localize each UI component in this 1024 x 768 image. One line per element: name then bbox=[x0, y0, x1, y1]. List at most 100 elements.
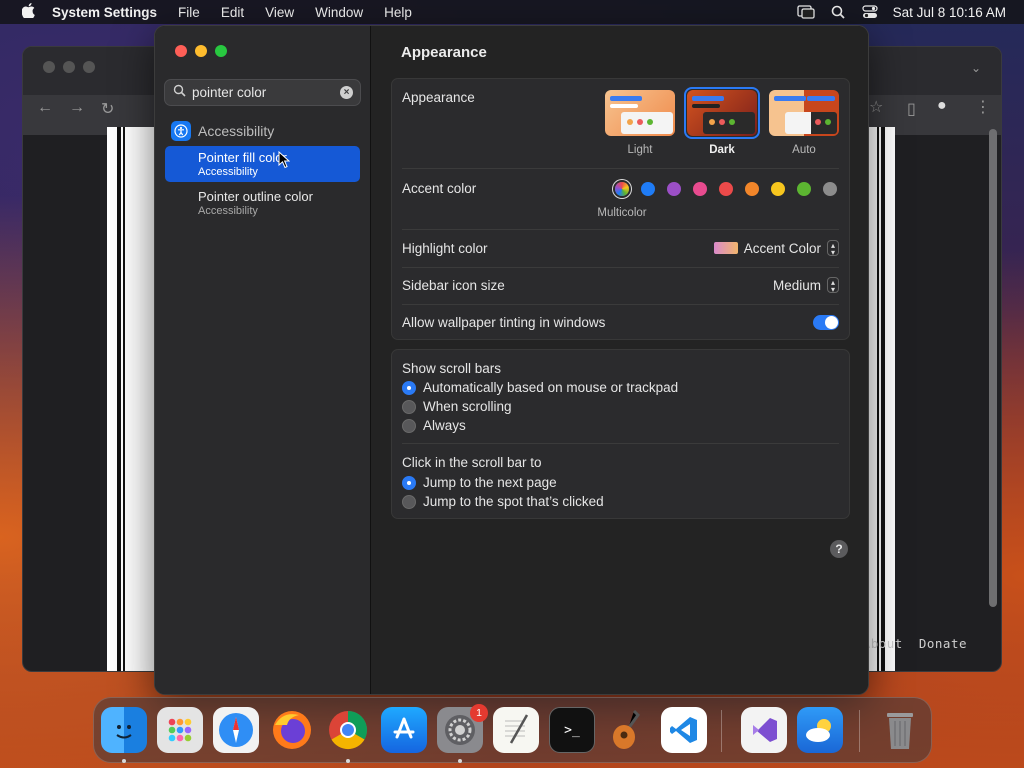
highlight-color-label: Highlight color bbox=[402, 241, 488, 256]
search-result-pointer-outline-color[interactable]: Pointer outline color Accessibility bbox=[165, 185, 360, 221]
wallpaper-tinting-label: Allow wallpaper tinting in windows bbox=[402, 315, 606, 330]
dock-separator bbox=[721, 710, 722, 752]
search-icon bbox=[173, 84, 186, 102]
accent-orange-swatch[interactable] bbox=[745, 182, 759, 196]
radio-label: Automatically based on mouse or trackpad bbox=[423, 380, 679, 395]
browser-close-button[interactable] bbox=[43, 61, 55, 73]
click-scroll-next-page-option[interactable]: Jump to the next page bbox=[402, 475, 557, 490]
zoom-button[interactable] bbox=[215, 45, 227, 57]
menu-file[interactable]: File bbox=[178, 5, 200, 20]
sidebar-toggle-icon[interactable]: ▯ bbox=[907, 99, 916, 119]
menu-view[interactable]: View bbox=[265, 5, 294, 20]
appearance-label: Appearance bbox=[402, 90, 475, 105]
accent-selected-caption: Multicolor bbox=[597, 207, 647, 219]
radio-button[interactable] bbox=[402, 475, 416, 490]
launchpad-icon[interactable] bbox=[157, 707, 203, 753]
appearance-auto-option[interactable] bbox=[769, 90, 839, 136]
accessibility-icon bbox=[171, 121, 191, 141]
garageband-icon[interactable] bbox=[605, 707, 651, 753]
tab-list-chevron-icon[interactable]: ⌄ bbox=[971, 61, 981, 75]
appearance-dark-label: Dark bbox=[709, 144, 735, 156]
accent-yellow-swatch[interactable] bbox=[771, 182, 785, 196]
accent-graphite-swatch[interactable] bbox=[823, 182, 837, 196]
weather-icon[interactable] bbox=[797, 707, 843, 753]
search-result-group[interactable]: Accessibility bbox=[171, 121, 274, 141]
menu-help[interactable]: Help bbox=[384, 5, 412, 20]
accent-color-label: Accent color bbox=[402, 181, 477, 196]
donate-link[interactable]: Donate bbox=[919, 636, 967, 651]
sidebar-icon-size-value: Medium bbox=[772, 277, 821, 293]
accent-purple-swatch[interactable] bbox=[667, 182, 681, 196]
system-settings-window: × Accessibility Pointer fill color Acces… bbox=[154, 25, 869, 695]
accent-multicolor-swatch[interactable] bbox=[615, 182, 629, 196]
screen-mirroring-icon[interactable] bbox=[797, 5, 815, 19]
popup-stepper-icon: ▴ ▾ bbox=[827, 277, 839, 294]
apple-menu-icon[interactable] bbox=[18, 2, 38, 22]
appearance-light-option[interactable] bbox=[605, 90, 675, 136]
mouse-pointer-icon bbox=[278, 150, 291, 174]
radio-button[interactable] bbox=[402, 494, 416, 509]
help-button[interactable]: ? bbox=[830, 540, 848, 558]
search-input[interactable] bbox=[192, 85, 332, 100]
radio-label: Jump to the next page bbox=[423, 475, 557, 490]
menu-clock[interactable]: Sat Jul 8 10:16 AM bbox=[893, 5, 1006, 20]
vscode-icon[interactable] bbox=[661, 707, 707, 753]
search-result-pointer-fill-color[interactable]: Pointer fill color Accessibility bbox=[165, 146, 360, 182]
sidebar-icon-size-label: Sidebar icon size bbox=[402, 278, 505, 293]
control-center-icon[interactable] bbox=[861, 5, 879, 19]
accent-blue-swatch[interactable] bbox=[641, 182, 655, 196]
forward-arrow-icon[interactable]: → bbox=[69, 99, 85, 117]
close-button[interactable] bbox=[175, 45, 187, 57]
appearance-dark-option[interactable] bbox=[687, 90, 757, 136]
menu-window[interactable]: Window bbox=[315, 5, 363, 20]
sidebar-icon-size-popup[interactable]: Medium ▴ ▾ bbox=[772, 277, 839, 294]
highlight-color-popup[interactable]: Accent Color ▴ ▾ bbox=[713, 240, 839, 257]
trash-icon[interactable] bbox=[877, 707, 923, 753]
reload-icon[interactable]: ↻ bbox=[101, 99, 114, 119]
accent-red-swatch[interactable] bbox=[719, 182, 733, 196]
radio-button[interactable] bbox=[402, 399, 416, 414]
safari-icon[interactable] bbox=[213, 707, 259, 753]
radio-button[interactable] bbox=[402, 418, 416, 433]
running-indicator bbox=[346, 759, 350, 763]
spotlight-search-icon[interactable] bbox=[829, 5, 847, 19]
browser-zoom-button[interactable] bbox=[83, 61, 95, 73]
radio-label: When scrolling bbox=[423, 399, 512, 414]
wallpaper-tinting-toggle[interactable] bbox=[813, 315, 839, 330]
accent-green-swatch[interactable] bbox=[797, 182, 811, 196]
menu-app-name[interactable]: System Settings bbox=[52, 5, 157, 20]
highlight-color-preview bbox=[713, 242, 738, 254]
browser-scrollbar[interactable] bbox=[989, 129, 997, 607]
browser-minimize-button[interactable] bbox=[63, 61, 75, 73]
minimize-button[interactable] bbox=[195, 45, 207, 57]
menu-edit[interactable]: Edit bbox=[221, 5, 244, 20]
browser-footer-links: About Donate bbox=[855, 636, 967, 651]
profile-icon[interactable]: ● bbox=[937, 97, 947, 115]
scroll-bars-auto-option[interactable]: Automatically based on mouse or trackpad bbox=[402, 380, 678, 395]
terminal-icon[interactable]: >_ bbox=[549, 707, 595, 753]
page-title: Appearance bbox=[401, 44, 487, 61]
firefox-icon[interactable] bbox=[269, 707, 315, 753]
scroll-bars-scrolling-option[interactable]: When scrolling bbox=[402, 399, 512, 414]
scroll-bars-always-option[interactable]: Always bbox=[402, 418, 466, 433]
scroll-bars-group: Show scroll bars Automatically based on … bbox=[391, 349, 850, 519]
appearance-auto-label: Auto bbox=[792, 144, 816, 156]
clear-search-icon[interactable]: × bbox=[340, 86, 353, 99]
accent-pink-swatch[interactable] bbox=[693, 182, 707, 196]
back-arrow-icon[interactable]: ← bbox=[37, 99, 53, 117]
bookmark-star-icon[interactable]: ☆ bbox=[869, 97, 883, 117]
system-settings-icon[interactable]: 1 bbox=[437, 704, 488, 753]
notification-badge: 1 bbox=[470, 704, 488, 722]
radio-label: Jump to the spot that’s clicked bbox=[423, 494, 604, 509]
click-scroll-spot-option[interactable]: Jump to the spot that’s clicked bbox=[402, 494, 604, 509]
app-store-icon[interactable] bbox=[381, 707, 427, 753]
chrome-icon[interactable] bbox=[325, 707, 371, 753]
textedit-icon[interactable] bbox=[493, 707, 539, 753]
radio-button[interactable] bbox=[402, 380, 416, 395]
search-field[interactable]: × bbox=[164, 79, 361, 106]
dock: 1 >_ bbox=[93, 697, 932, 763]
browser-menu-icon[interactable]: ⋮ bbox=[975, 97, 991, 117]
result-title: Pointer outline color bbox=[198, 189, 313, 204]
visual-studio-icon[interactable] bbox=[741, 707, 787, 753]
finder-icon[interactable] bbox=[101, 707, 147, 753]
